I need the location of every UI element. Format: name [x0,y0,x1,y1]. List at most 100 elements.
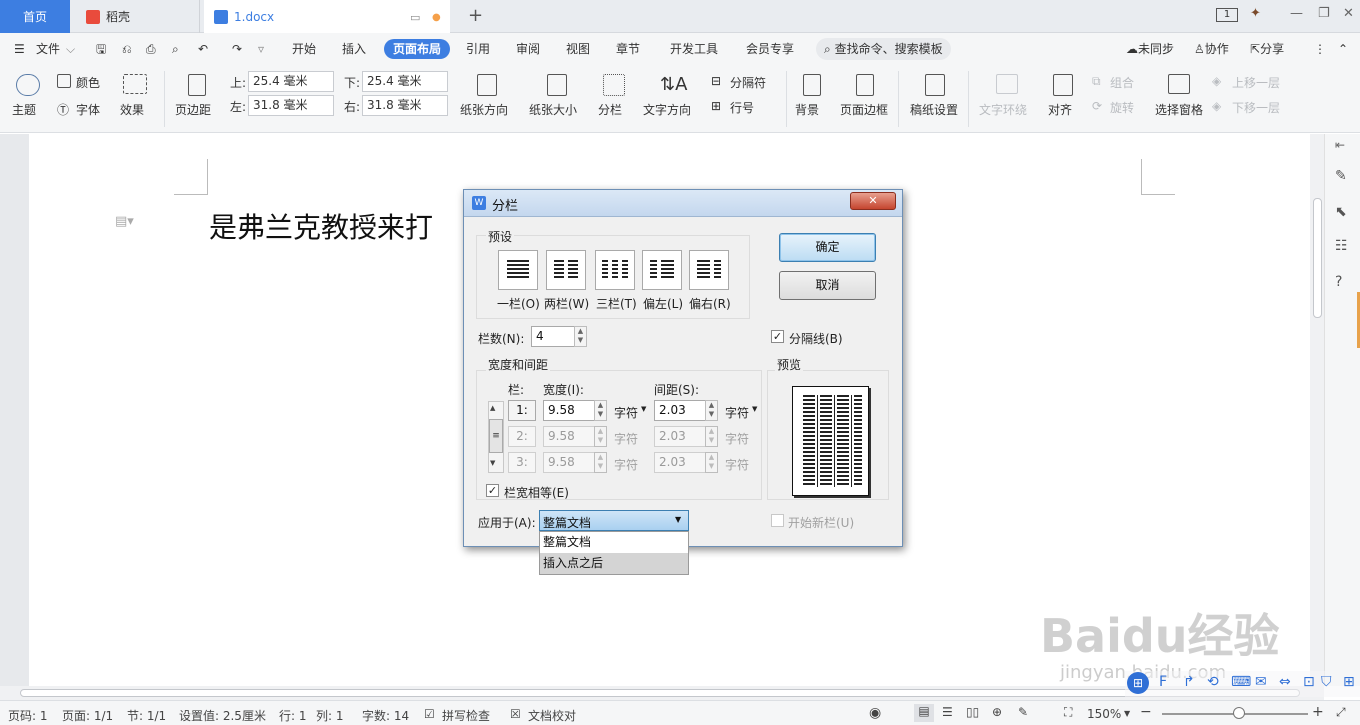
col1-width-input[interactable]: 9.58 [543,400,595,421]
collapse-ribbon-icon[interactable]: ⌃ [1338,40,1348,58]
rows-scrollbar[interactable]: ▲ ≡ ▼ [488,401,504,473]
page-border-button[interactable]: 页面边框 [840,101,888,118]
menu-file[interactable]: 文件 [36,40,60,58]
toolbar-icon[interactable]: ↱ [1183,674,1195,690]
align-button[interactable]: 对齐 [1048,101,1072,118]
status-row[interactable]: 行: 1 [279,707,307,724]
col1-spacing-input[interactable]: 2.03 [654,400,706,421]
toolbar-icon[interactable]: ⇔ [1279,674,1291,690]
columns-icon[interactable] [603,74,625,96]
tab-document[interactable]: 1.docx ▭ ● [204,0,450,34]
zoom-dropdown-icon[interactable]: ▼ [1124,709,1130,718]
selection-pane-icon[interactable] [1168,74,1190,94]
status-page-number[interactable]: 页码: 1 [8,707,48,724]
effect-icon[interactable] [123,74,147,94]
undo-icon[interactable]: ↶ [198,40,208,58]
num-columns-spinner[interactable]: ▲ ▼ [574,326,587,347]
text-direction-icon[interactable]: ⇅A [660,74,687,95]
color-icon[interactable] [57,74,71,88]
restore-button[interactable]: ❐ [1318,6,1330,21]
toolbar-icon[interactable]: ⌨ [1231,674,1251,690]
fit-icon[interactable]: ⛶ [1064,705,1072,720]
menu-insert[interactable]: 插入 [342,40,366,58]
align-icon[interactable] [1053,74,1073,96]
spellcheck-icon[interactable]: ☑ [424,707,435,721]
outline-view-icon[interactable]: ☰ [942,705,953,719]
grid-icon[interactable]: ⊞ [1343,674,1355,690]
status-column[interactable]: 列: 1 [316,707,344,724]
margin-top-input[interactable]: 25.4 毫米 [248,71,334,92]
menu-chapter[interactable]: 章节 [616,40,640,58]
status-pages[interactable]: 页面: 1/1 [62,707,113,724]
proofread-button[interactable]: 文档校对 [528,707,576,724]
menu-icon[interactable]: ☰ [14,40,25,58]
page-indicator[interactable]: 1 [1216,8,1238,22]
adjust-icon[interactable]: ☷ [1335,238,1348,254]
selection-pane-button[interactable]: 选择窗格 [1155,101,1203,118]
unit-dropdown-icon[interactable]: ▼ [641,405,646,413]
minimize-button[interactable]: — [1290,6,1303,21]
apply-option-whole-document[interactable]: 整篇文档 [540,532,688,553]
margin-left-input[interactable]: 31.8 毫米 [248,95,334,116]
preset-one-column[interactable] [498,250,538,290]
share-button[interactable]: ⇱分享 [1250,40,1284,58]
theme-icon[interactable] [16,74,40,96]
effect-button[interactable]: 效果 [120,101,144,118]
margin-button[interactable]: 页边距 [175,101,211,118]
dialog-close-button[interactable]: ✕ [850,192,896,210]
line-number-icon[interactable]: ⊞ [711,99,721,113]
text-direction-button[interactable]: 文字方向 [643,101,691,118]
menu-developer[interactable]: 开发工具 [670,40,718,58]
proofread-icon[interactable]: ☒ [510,707,521,721]
preset-two-columns[interactable] [546,250,586,290]
more-icon[interactable]: ⋮ [1314,40,1326,58]
scroll-thumb[interactable] [1313,198,1322,318]
paragraph-handle-icon[interactable]: ▤▾ [115,214,134,229]
scroll-up-icon[interactable]: ▲ [490,404,495,412]
toolbar-icon[interactable]: ⊡ [1303,674,1315,690]
ime-icon[interactable]: ⊞ [1127,672,1149,694]
screen-icon[interactable]: ▭ [410,11,420,24]
collab-button[interactable]: ♙协作 [1194,40,1229,58]
spellcheck-button[interactable]: 拼写检查 [442,707,490,724]
separator-checkbox[interactable]: ✓ [771,330,784,343]
eye-icon[interactable]: ◉ [869,705,881,721]
color-button[interactable]: 颜色 [76,74,100,91]
chevron-down-icon[interactable]: ⌵ [66,40,75,58]
print-preview-icon[interactable]: ⌕ [172,40,179,58]
margin-bottom-input[interactable]: 25.4 毫米 [362,71,448,92]
toolbar-icon[interactable]: ✉ [1255,674,1267,690]
toolbar-icon[interactable]: F [1159,674,1167,690]
sync-status[interactable]: ☁未同步 [1126,40,1174,58]
panel-collapse-icon[interactable]: ⇤ [1335,138,1345,152]
fullscreen-icon[interactable]: ⤢ [1336,705,1346,720]
col1-width-unit[interactable]: 字符 [614,404,638,421]
new-tab-button[interactable]: + [468,5,483,26]
num-columns-input[interactable]: 4 [531,326,575,347]
zoom-slider-handle[interactable] [1233,707,1245,719]
vertical-scrollbar[interactable] [1310,134,1324,686]
dialog-titlebar[interactable]: W 分栏 ✕ [464,190,902,217]
hscroll-thumb[interactable] [20,689,1300,697]
web-view-icon[interactable]: ⊕ [992,705,1002,719]
paper-size-button[interactable]: 纸张大小 [529,101,577,118]
print-icon[interactable]: ⎙ [146,40,156,58]
col1-width-spinner[interactable]: ▲ ▼ [594,400,607,421]
toolbar-icon[interactable]: ⟲ [1207,674,1219,690]
pen-icon[interactable]: ✎ [1018,705,1028,719]
col1-spacing-spinner[interactable]: ▲ ▼ [705,400,718,421]
status-word-count[interactable]: 字数: 14 [362,707,409,724]
font-icon[interactable]: Ⓣ [57,101,69,118]
redo-icon[interactable]: ↷ [232,40,242,58]
status-section[interactable]: 节: 1/1 [127,707,166,724]
menu-reference[interactable]: 引用 [466,40,490,58]
menu-view[interactable]: 视图 [566,40,590,58]
manuscript-button[interactable]: 稿纸设置 [910,101,958,118]
font-button[interactable]: 字体 [76,101,100,118]
zoom-out-button[interactable]: − [1140,704,1152,720]
zoom-in-button[interactable]: + [1312,704,1324,720]
unit-dropdown-icon[interactable]: ▼ [752,405,757,413]
tab-home[interactable]: 首页 [0,0,70,33]
menu-start[interactable]: 开始 [292,40,316,58]
separator-icon[interactable]: ⊟ [711,74,721,88]
